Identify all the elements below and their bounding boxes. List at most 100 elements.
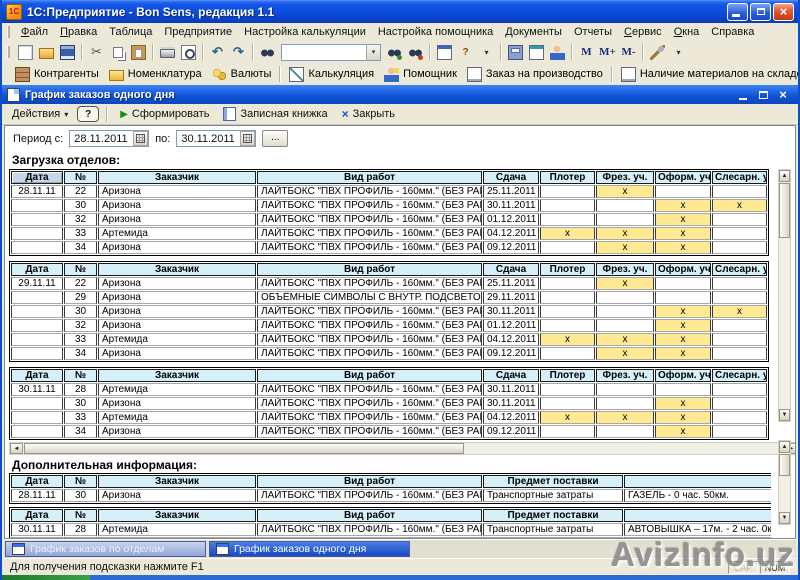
cell[interactable] — [11, 213, 63, 226]
cell[interactable]: 25.11.2011 — [483, 277, 539, 290]
menu-item-windows[interactable]: Окна — [668, 25, 706, 39]
scroll-up-icon[interactable]: ▲ — [779, 441, 790, 453]
column-header-1[interactable]: № — [64, 263, 97, 276]
cell[interactable]: 33 — [64, 227, 97, 240]
cell[interactable] — [11, 425, 63, 438]
assistant-button[interactable] — [547, 43, 568, 62]
cell[interactable]: 29 — [64, 291, 97, 304]
toolbar-item-currencies[interactable]: Валюты — [207, 66, 277, 83]
cell[interactable] — [712, 291, 767, 304]
column-header-6[interactable]: Фрез. уч. — [596, 263, 654, 276]
cell[interactable]: ЛАЙТБОКС "ПВХ ПРОФИЛЬ - 160мм." (БЕЗ РАМ… — [257, 383, 482, 396]
cell[interactable]: x — [655, 333, 711, 346]
close-button[interactable]: × — [773, 3, 794, 21]
column-header-8[interactable]: Слесарн. уч. — [712, 263, 767, 276]
cell[interactable] — [540, 213, 595, 226]
cell[interactable] — [11, 333, 63, 346]
calendar-picker-button[interactable] — [240, 131, 255, 146]
mdi-minimize-button[interactable] — [736, 88, 750, 101]
column-header-5[interactable]: Плотер — [540, 171, 595, 184]
cell[interactable] — [712, 277, 767, 290]
generate-button[interactable]: ▶ Сформировать — [115, 106, 214, 122]
cell[interactable]: Аризона — [98, 241, 256, 254]
cell[interactable]: x — [596, 333, 654, 346]
tools-button[interactable] — [647, 43, 668, 62]
column-header-3[interactable]: Вид работ — [257, 263, 482, 276]
cell[interactable] — [655, 277, 711, 290]
cell[interactable]: ЛАЙТБОКС "ПВХ ПРОФИЛЬ - 160мм." (БЕЗ РАМ… — [257, 241, 482, 254]
cell[interactable]: x — [655, 213, 711, 226]
scroll-down-icon[interactable]: ▼ — [779, 409, 790, 421]
cell[interactable] — [11, 227, 63, 240]
cell[interactable]: x — [596, 347, 654, 360]
scroll-down-icon[interactable]: ▼ — [779, 512, 790, 524]
cell[interactable]: 34 — [64, 425, 97, 438]
cell[interactable]: 34 — [64, 241, 97, 254]
cell[interactable]: ЛАЙТБОКС "ПВХ ПРОФИЛЬ - 160мм." (БЕЗ РАМ… — [257, 319, 482, 332]
cell[interactable]: 22 — [64, 277, 97, 290]
cell[interactable]: 32 — [64, 319, 97, 332]
cut-button[interactable]: ✂ — [86, 43, 107, 62]
cell[interactable] — [540, 305, 595, 318]
cell[interactable]: ЛАЙТБОКС "ПВХ ПРОФИЛЬ - 160мм." (БЕЗ РАМ… — [257, 425, 482, 438]
scrollbar-thumb[interactable] — [24, 443, 464, 454]
cell[interactable]: ЛАЙТБОКС "ПВХ ПРОФИЛЬ - 160мм." (БЕЗ РАМ… — [257, 305, 482, 318]
find-next-button[interactable] — [384, 43, 405, 62]
column-header-5[interactable]: Плотер — [540, 263, 595, 276]
cell[interactable]: 25.11.2011 — [483, 185, 539, 198]
cell[interactable] — [712, 347, 767, 360]
cell[interactable]: x — [596, 185, 654, 198]
tab-one-day-orders[interactable]: График заказов одного дня — [209, 541, 410, 557]
calculator-button[interactable] — [505, 43, 526, 62]
column-header-0[interactable]: Дата — [11, 369, 63, 382]
cell[interactable]: Аризона — [98, 291, 256, 304]
column-header-8[interactable]: Слесарн. уч. — [712, 369, 767, 382]
cell[interactable]: Аризона — [98, 347, 256, 360]
toolbar-item-helper[interactable]: Помощник — [379, 66, 462, 83]
cell[interactable]: Аризона — [98, 425, 256, 438]
preview-button[interactable] — [178, 43, 199, 62]
column-header-0[interactable]: Дата — [11, 509, 63, 522]
column-header-3[interactable]: Вид работ — [257, 171, 482, 184]
cell[interactable]: ЛАЙТБОКС "ПВХ ПРОФИЛЬ - 160мм." (БЕЗ РАМ… — [257, 277, 482, 290]
menu-item-documents[interactable]: Документы — [499, 25, 568, 39]
cell[interactable]: ЛАЙТБОКС "ПВХ ПРОФИЛЬ - 160мм." (БЕЗ РАМ… — [257, 411, 482, 424]
cell[interactable]: Артемида — [98, 383, 256, 396]
cell[interactable]: x — [712, 305, 767, 318]
actions-menu-button[interactable]: Действия ▾ — [7, 106, 73, 122]
cell[interactable]: Аризона — [98, 305, 256, 318]
cell[interactable] — [655, 291, 711, 304]
cell[interactable]: ЛАЙТБОКС "ПВХ ПРОФИЛЬ - 160мм." (БЕЗ РАМ… — [257, 199, 482, 212]
cell[interactable] — [712, 333, 767, 346]
cell[interactable]: ГАЗЕЛЬ - 0 час. 50км. — [624, 489, 771, 502]
cell[interactable] — [596, 213, 654, 226]
open-button[interactable] — [36, 43, 57, 62]
mdi-restore-button[interactable] — [756, 88, 770, 101]
cell[interactable] — [596, 425, 654, 438]
cell[interactable]: Артемида — [98, 333, 256, 346]
m-button[interactable]: M — [576, 43, 597, 62]
overflow2-button[interactable]: ▾ — [668, 43, 689, 62]
cell[interactable] — [540, 347, 595, 360]
cell[interactable]: ЛАЙТБОКС "ПВХ ПРОФИЛЬ - 160мм." (БЕЗ РАМ… — [257, 347, 482, 360]
cell[interactable]: 30.11.11 — [11, 523, 63, 536]
cell[interactable]: Артемида — [98, 523, 256, 536]
cell[interactable]: 04.12.2011 — [483, 411, 539, 424]
cell[interactable]: 22 — [64, 185, 97, 198]
calendar-picker-button[interactable] — [133, 131, 148, 146]
cell[interactable]: Аризона — [98, 319, 256, 332]
cell[interactable]: 29.11.11 — [11, 277, 63, 290]
cell[interactable]: ЛАЙТБОКС "ПВХ ПРОФИЛЬ - 160мм." (БЕЗ РАМ… — [257, 213, 482, 226]
notebook-button[interactable]: Записная книжка — [218, 105, 332, 123]
vertical-scrollbar[interactable]: ▲ ▼ — [778, 169, 791, 422]
toolbar-item-calculation[interactable]: Калькуляция — [284, 66, 379, 83]
cell[interactable] — [540, 277, 595, 290]
find-prev-button[interactable] — [405, 43, 426, 62]
cell[interactable]: 30.11.2011 — [483, 199, 539, 212]
column-header-7[interactable]: Оформ. уч. — [655, 171, 711, 184]
column-header-4[interactable]: Предмет поставки — [483, 509, 623, 522]
column-header-6[interactable]: Фрез. уч. — [596, 171, 654, 184]
find-button[interactable] — [257, 43, 278, 62]
cell[interactable] — [11, 411, 63, 424]
period-from-input[interactable]: 28.11.2011 — [69, 130, 149, 147]
